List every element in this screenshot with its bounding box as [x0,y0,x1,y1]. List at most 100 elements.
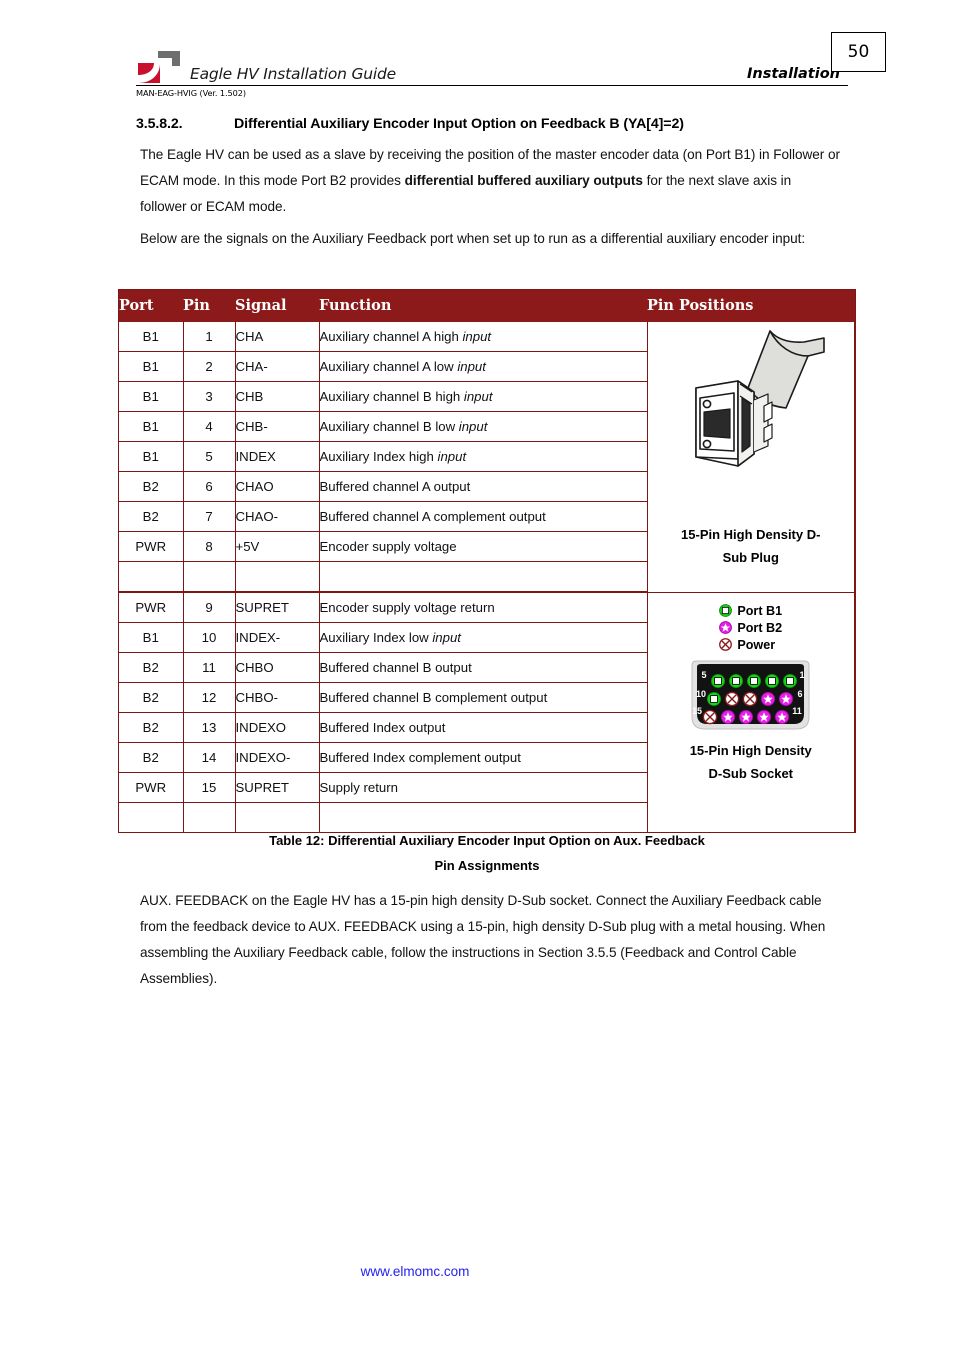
spacer-cell [183,561,236,593]
spacer-cell [319,561,648,593]
dsub-socket-illustration: Port B1 Port B2 Power 5 1 10 6 15 11 15-… [648,593,855,833]
col-header-pin-positions: Pin Positions [647,290,855,322]
page-number-box: 50 [831,32,886,72]
dsub-socket-drawing: 5 1 10 6 15 11 [684,659,817,735]
cell-port: B1 [119,441,184,472]
footer-website-text: www.elmomc.com [360,1264,470,1279]
col-header-pin: Pin [183,290,235,322]
svg-text:5: 5 [702,670,707,680]
cell-signal: INDEXO- [235,742,320,773]
plug-caption-line2: Sub Plug [722,550,779,565]
svg-text:15: 15 [692,706,702,716]
cell-port: B1 [119,411,184,442]
socket-legend: Port B1 Port B2 Power [719,603,782,653]
header-rule-row: Eagle HV Installation Guide Installation… [136,32,886,86]
plug-caption: 15-Pin High Density D- Sub Plug [681,523,820,569]
cell-function: Auxiliary channel B high input [319,381,648,412]
svg-text:11: 11 [792,706,802,716]
cell-signal: +5V [235,531,320,562]
cell-function: Buffered channel B output [319,652,648,683]
cell-port: PWR [119,592,184,623]
socket-caption-line1: 15-Pin High Density [689,742,812,758]
cell-function: Encoder supply voltage [319,531,648,562]
guide-title: Eagle HV Installation Guide [190,65,396,83]
cell-port: PWR [119,531,184,562]
header-left-group: Eagle HV Installation Guide [136,49,396,85]
cell-function: Auxiliary channel A high input [319,322,648,352]
cell-port: B1 [119,351,184,382]
document-page: Eagle HV Installation Guide Installation… [0,0,954,1350]
cell-pin: 11 [183,652,236,683]
spacer-cell [235,561,320,593]
cell-port: B2 [119,742,184,773]
pin-assignment-table-wrapper: Port Pin Signal Function Pin Positions B… [118,289,856,833]
cell-pin: 15 [183,772,236,803]
function-emphasis: input [437,449,467,464]
socket-caption-line2: D-Sub Socket [708,765,793,781]
intro-bold-text: differential buffered auxiliary outputs [404,173,643,188]
cell-signal: SUPRET [235,592,320,623]
table-header-row: Port Pin Signal Function Pin Positions [119,290,855,322]
cell-function: Encoder supply voltage return [319,592,648,623]
below-paragraph: Below are the signals on the Auxiliary F… [140,231,806,246]
section-heading: 3.5.8.2. Differential Auxiliary Encoder … [136,116,856,132]
svg-text:10: 10 [696,689,706,699]
function-emphasis: input [457,359,486,374]
cell-function: Buffered channel B complement output [319,682,648,713]
pin-positions-socket-cell: Port B1 Port B2 Power 5 1 10 6 15 11 15-… [647,592,855,832]
legend-label: Port B1 [737,603,783,618]
cell-pin: 8 [183,531,236,562]
legend-row: Port B2 [719,620,782,636]
dsub-plug-illustration: 15-Pin High Density D- Sub Plug [648,322,855,592]
cell-signal: INDEXO [235,712,320,743]
cell-port: B1 [119,622,184,653]
cell-function: Buffered Index complement output [319,742,648,773]
red-x-pin-icon [719,638,733,651]
cell-pin: 2 [183,351,236,382]
green-square-pin-icon [719,604,733,617]
cell-signal: CHB- [235,411,320,442]
cell-function: Auxiliary Index high input [319,441,648,472]
svg-text:6: 6 [798,689,803,699]
cell-port: B1 [119,381,184,412]
legend-row: Port B1 [719,603,782,619]
cell-pin: 10 [183,622,236,653]
cell-pin: 4 [183,411,236,442]
section-number: 3.5.8.2. [136,116,183,132]
pin-assignment-table: Port Pin Signal Function Pin Positions B… [119,290,855,832]
cell-port: B2 [119,501,184,532]
socket-caption: 15-Pin High Density D-Sub Socket [690,739,812,785]
cell-function: Buffered Index output [319,712,648,743]
cell-pin: 12 [183,682,236,713]
plug-caption-line1: 15-Pin High Density D- [681,527,821,542]
cell-pin: 6 [183,471,236,502]
table-row: B1 1 CHA Auxiliary channel A high input [119,322,855,593]
cell-function: Auxiliary Index low input [319,622,648,653]
function-emphasis: input [462,329,492,344]
cell-signal: CHA [235,322,320,352]
document-code: MAN-EAG-HVIG (Ver. 1.502) [136,88,246,98]
intro-paragraph: The Eagle HV can be used as a slave by r… [140,142,840,220]
col-header-function: Function [319,290,647,322]
page-header: Eagle HV Installation Guide Installation… [136,32,886,106]
function-emphasis: input [432,630,461,645]
footer-website-link[interactable]: www.elmomc.com [0,1264,954,1279]
cell-function: Supply return [319,772,648,803]
cell-port: B2 [119,652,184,683]
col-header-port: Port [119,290,183,322]
cell-port: PWR [119,772,184,803]
legend-label: Port B2 [737,620,783,635]
cell-signal: INDEX [235,441,320,472]
cell-signal: CHBO [235,652,320,683]
col-header-signal: Signal [235,290,319,322]
cell-signal: SUPRET [235,772,320,803]
function-emphasis: input [463,389,493,404]
pin-positions-plug-cell: 15-Pin High Density D- Sub Plug [647,322,855,593]
section-title: Differential Auxiliary Encoder Input Opt… [234,116,684,132]
svg-text:1: 1 [800,670,805,680]
cell-signal: INDEX- [235,622,320,653]
legend-label: Power [737,637,776,652]
table-row: PWR 9 SUPRET Encoder supply voltage retu… [119,592,855,832]
elmo-logo [136,49,183,85]
cell-pin: 3 [183,381,236,412]
